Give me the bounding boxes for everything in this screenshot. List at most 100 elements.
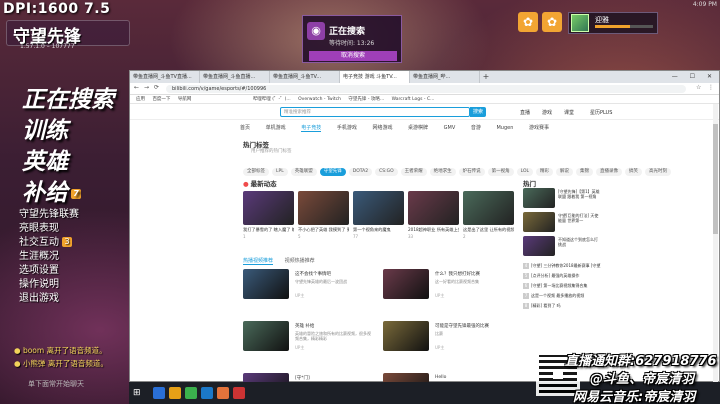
rank-thumbnail[interactable] bbox=[523, 188, 555, 208]
folder-icon[interactable] bbox=[169, 387, 181, 399]
hot-rank-item[interactable]: [守望先锋]【第1】英雄联盟 跟着我 第一视角 bbox=[523, 188, 601, 210]
list-item[interactable]: 什么？我只想打好比赛 这一好看的比赛视频合集 UP主 bbox=[383, 269, 513, 303]
hot-rank-line[interactable]: 8 [精彩] 看到了 吗 bbox=[523, 303, 601, 309]
category-item[interactable]: 单机游戏 bbox=[266, 125, 286, 131]
back-icon[interactable]: ← bbox=[134, 84, 139, 91]
category-item[interactable]: 首页 bbox=[240, 125, 250, 131]
hot-rank-line[interactable]: 6 [守望] 第一场比赛视频集锦合集 bbox=[523, 283, 601, 289]
cancel-search-button[interactable]: 取消搜索 bbox=[309, 51, 397, 61]
tag-active[interactable]: 守望先锋 bbox=[319, 168, 346, 176]
page-scrollbar[interactable] bbox=[713, 104, 718, 382]
menu-options[interactable]: 选项设置 bbox=[19, 261, 59, 276]
rank-title[interactable]: 不知道这个到底怎么打 挑战 bbox=[558, 237, 601, 247]
hot-rank-line[interactable]: 7 这是一个视频 最多播放的视频 bbox=[523, 293, 601, 299]
header-link[interactable]: 星历PLUS bbox=[590, 109, 612, 116]
tag[interactable]: 精彩 bbox=[536, 168, 554, 176]
video-thumbnail[interactable] bbox=[243, 269, 289, 299]
list-tab-active[interactable]: 热播视频推荐 bbox=[243, 258, 274, 265]
menu-searching[interactable]: 正在搜索 bbox=[22, 80, 114, 114]
list-tab[interactable]: 视频热播推荐 bbox=[285, 258, 315, 264]
category-item[interactable]: 桌游棋牌 bbox=[408, 125, 428, 131]
rank-thumbnail[interactable] bbox=[523, 236, 555, 256]
menu-training[interactable]: 训练 bbox=[22, 111, 68, 145]
header-link[interactable]: 课堂 bbox=[564, 109, 574, 116]
menu-loot[interactable]: 补给 7 bbox=[22, 173, 81, 207]
app-icon[interactable] bbox=[233, 387, 245, 399]
rank-line-text[interactable]: [守望] 三分钟教你2018最新赛事 [守望] bbox=[531, 263, 601, 268]
rank-thumbnail[interactable] bbox=[523, 212, 555, 232]
video-thumbnail[interactable] bbox=[408, 191, 459, 225]
video-title[interactable]: 英雄 补给 bbox=[295, 323, 371, 329]
hot-rank-line[interactable]: 5 [点评分析] 最强的英雄操作 bbox=[523, 273, 601, 279]
bookmark[interactable]: 哔哩哔哩 (゜-゜)... bbox=[253, 97, 291, 102]
video-title[interactable]: 什么？我只想打好比赛 bbox=[435, 271, 511, 277]
tag[interactable]: 王者荣耀 bbox=[400, 168, 427, 176]
video-card[interactable]: 2018超神职业 所有英雄上分...33 bbox=[408, 191, 459, 239]
chrome-icon[interactable] bbox=[185, 387, 197, 399]
tag[interactable]: 炉石传说 bbox=[458, 168, 485, 176]
menu-exit[interactable]: 退出游戏 bbox=[19, 289, 59, 304]
friends-icon[interactable]: ✿ bbox=[518, 12, 538, 32]
browser-tab-4[interactable]: 电子竞技 游戏 斗鱼TV... bbox=[340, 71, 410, 83]
browser-tab-3[interactable]: 带鱼直播网_斗鱼TV... bbox=[270, 71, 340, 83]
video-title[interactable]: 这不会找个事情吧 bbox=[295, 271, 371, 277]
hot-rank-item[interactable]: 守望[巨能的打法] 天使能量 世界第一 bbox=[523, 212, 601, 234]
menu-help[interactable]: 操作说明 bbox=[19, 275, 59, 290]
tag[interactable]: 搞笑 bbox=[625, 168, 643, 176]
video-card[interactable]: 这是出了这里 让所有的视频 2 bbox=[463, 191, 514, 239]
video-card[interactable]: 不小心把了英雄 我摸到了 更新5 bbox=[298, 191, 349, 239]
bookmark[interactable]: Overwatch - Twitch bbox=[298, 97, 341, 102]
rank-line-text[interactable]: [守望] 第一场比赛视频集锦合集 bbox=[531, 283, 587, 288]
scrollbar-thumb[interactable] bbox=[713, 124, 718, 234]
video-thumbnail[interactable] bbox=[383, 321, 429, 351]
menu-highlights[interactable]: 亮眼表现 bbox=[19, 219, 59, 234]
category-item[interactable]: 游戏赛事 bbox=[529, 125, 549, 131]
category-item[interactable]: Mugen bbox=[496, 125, 513, 131]
video-thumbnail[interactable] bbox=[463, 191, 514, 225]
video-thumbnail[interactable] bbox=[243, 191, 294, 225]
category-item[interactable]: 网络游戏 bbox=[372, 125, 392, 131]
list-item[interactable]: 这不会找个事情吧 守望先锋英雄的最后一波团战 UP主 bbox=[243, 269, 373, 303]
menu-icon[interactable]: ⋮ bbox=[708, 84, 714, 91]
category-item[interactable]: 音游 bbox=[471, 125, 481, 131]
browser-tab-1[interactable]: 带鱼直播网_斗鱼TV直播... bbox=[130, 71, 200, 83]
bookmark[interactable]: 导航网 bbox=[178, 97, 192, 102]
forward-icon[interactable]: → bbox=[144, 84, 149, 91]
header-link[interactable]: 直播 bbox=[520, 109, 530, 116]
battlenet-icon[interactable] bbox=[201, 387, 213, 399]
video-title[interactable]: 可能是守望先锋最强的比赛 bbox=[435, 323, 511, 329]
tag[interactable]: DOTA2 bbox=[348, 168, 373, 176]
overwatch-icon[interactable] bbox=[217, 387, 229, 399]
site-search-button[interactable]: 搜索 bbox=[470, 107, 486, 117]
video-title[interactable]: Hello bbox=[435, 375, 511, 380]
browser-tab-2[interactable]: 带鱼直播网_斗鱼直播... bbox=[200, 71, 270, 83]
site-search-input[interactable]: 精准搜索推荐 bbox=[280, 107, 470, 117]
bookmark[interactable]: 百度一下 bbox=[152, 97, 170, 102]
tag[interactable]: 集锦 bbox=[576, 168, 594, 176]
menu-career[interactable]: 生涯概况 bbox=[19, 247, 59, 262]
tag[interactable]: 第一视角 bbox=[487, 168, 514, 176]
star-icon[interactable]: ☆ bbox=[696, 84, 701, 91]
window-controls[interactable]: — ☐ ✕ bbox=[672, 71, 717, 83]
list-item[interactable]: 英雄 补给 英雄的冒险之旅和所有的比赛视频，很多视频合集，精彩精彩 UP主 bbox=[243, 321, 373, 355]
menu-league[interactable]: 守望先锋联赛 bbox=[19, 205, 79, 220]
tag[interactable]: LOL bbox=[516, 168, 534, 176]
group-icon[interactable]: ✿ bbox=[542, 12, 562, 32]
new-tab-icon[interactable]: + bbox=[480, 71, 492, 83]
list-item[interactable]: 可能是守望先锋最强的比赛 比赛 UP主 bbox=[383, 321, 513, 355]
bookmark[interactable]: Warcraft Logs - C... bbox=[392, 97, 435, 102]
video-thumbnail[interactable] bbox=[243, 321, 289, 351]
tag[interactable]: 解说 bbox=[556, 168, 574, 176]
bookmark[interactable]: 守望先锋 - 攻略... bbox=[348, 97, 384, 102]
video-title[interactable]: 2018超神职业 所有英雄上分... bbox=[408, 227, 459, 233]
rank-title[interactable]: [守望先锋]【第1】英雄联盟 跟着我 第一视角 bbox=[558, 189, 601, 199]
menu-heroes[interactable]: 英雄 bbox=[22, 142, 68, 176]
tag[interactable]: 直播录像 bbox=[596, 168, 623, 176]
url-input[interactable]: bilibili.com/v/game/esports/#/100996 bbox=[166, 85, 686, 93]
header-link[interactable]: 游戏 bbox=[542, 109, 552, 116]
rank-line-text[interactable]: [精彩] 看到了 吗 bbox=[531, 303, 561, 308]
tag[interactable]: 英雄联盟 bbox=[290, 168, 317, 176]
tag[interactable]: 绝地求生 bbox=[429, 168, 456, 176]
video-card[interactable]: 第一个视角来的魔鬼 77 bbox=[353, 191, 404, 239]
rank-line-text[interactable]: [点评分析] 最强的英雄操作 bbox=[531, 273, 579, 278]
